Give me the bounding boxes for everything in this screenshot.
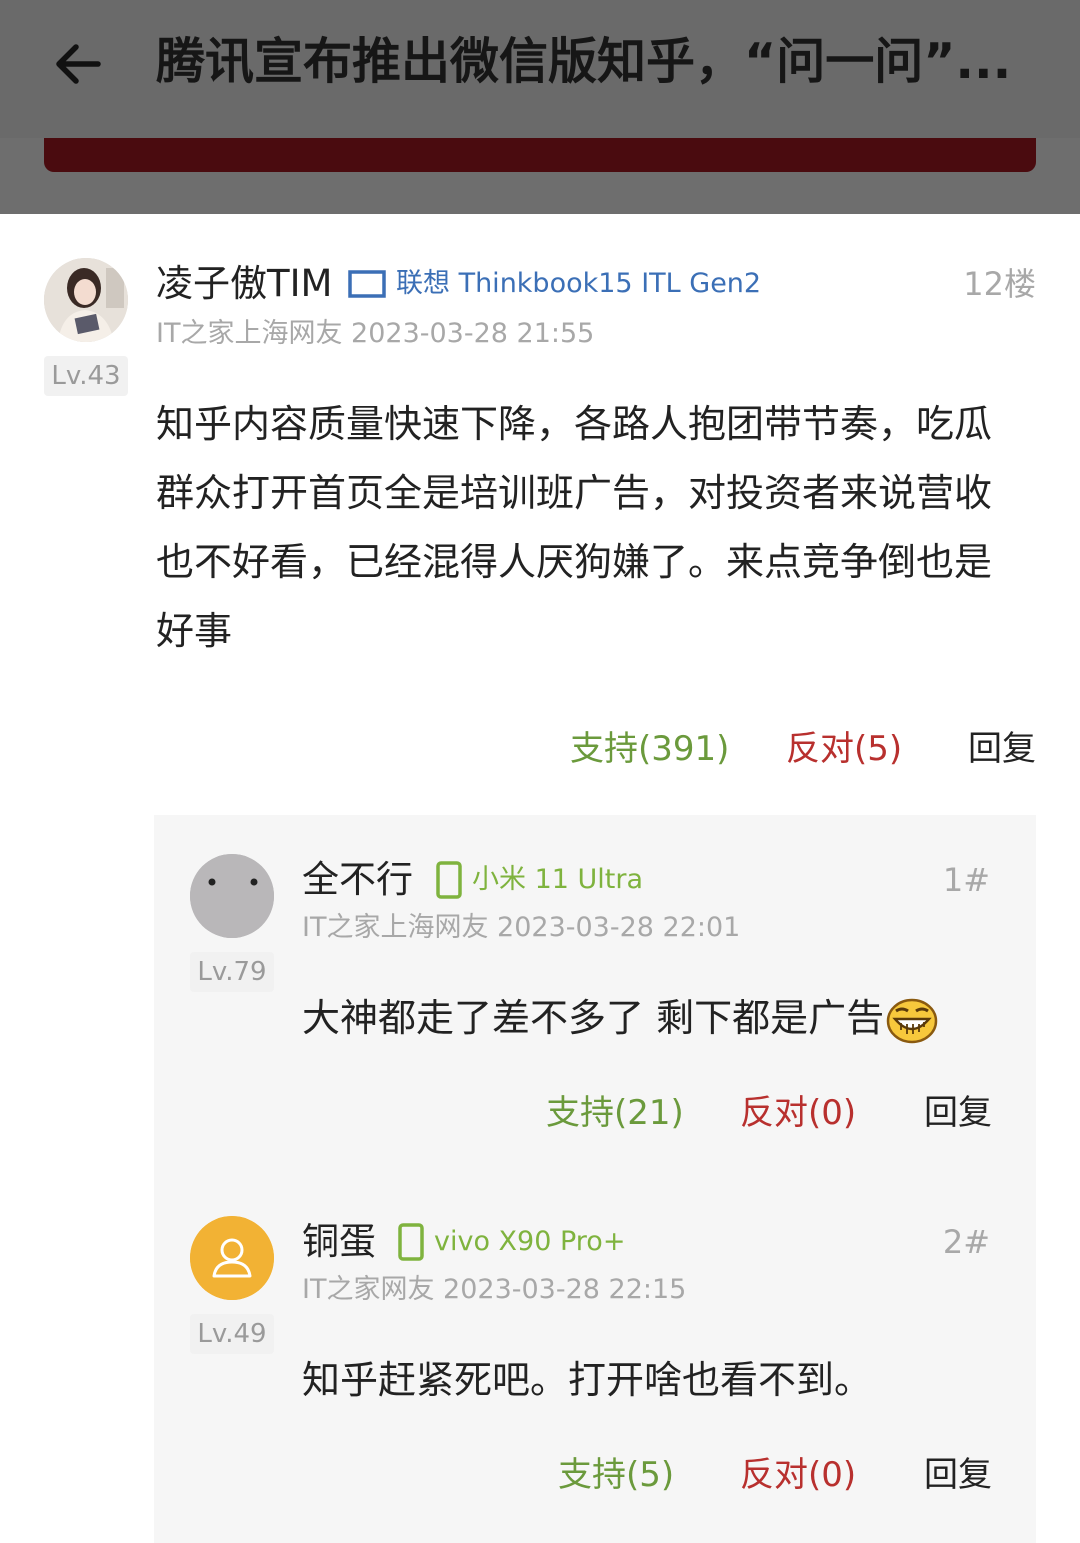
floor-number: 1# bbox=[942, 861, 990, 899]
user-avatar-icon bbox=[44, 258, 128, 342]
device-tag: 小米 11 Ultra bbox=[436, 860, 643, 900]
floor-number: 12楼 bbox=[963, 265, 1036, 303]
device-name: 联想 Thinkbook15 ITL Gen2 bbox=[396, 268, 762, 299]
reply-username[interactable]: 全不行 bbox=[302, 856, 413, 904]
banner-edge bbox=[44, 138, 1036, 172]
back-arrow-icon[interactable] bbox=[52, 38, 104, 90]
device-tag: 联想 Thinkbook15 ITL Gen2 bbox=[348, 264, 761, 304]
laughing-emoji-icon bbox=[886, 998, 938, 1043]
support-button[interactable]: 支持(5) bbox=[558, 1451, 674, 1499]
comment-username[interactable]: 凌子傲TIM bbox=[156, 260, 332, 308]
support-button[interactable]: 支持(391) bbox=[570, 725, 729, 773]
top-bar: 腾讯宣布推出微信版知乎，“问一问”... bbox=[0, 0, 1080, 138]
avatar[interactable] bbox=[190, 1216, 274, 1300]
reply-button[interactable]: 回复 bbox=[924, 1451, 992, 1499]
page-title: 腾讯宣布推出微信版知乎，“问一问”... bbox=[156, 33, 1012, 90]
oppose-button[interactable]: 反对(5) bbox=[786, 725, 902, 773]
phone-icon bbox=[436, 861, 462, 899]
laptop-icon bbox=[348, 270, 386, 298]
avatar[interactable] bbox=[190, 854, 274, 938]
floor-number: 2# bbox=[942, 1223, 990, 1261]
reply-button[interactable]: 回复 bbox=[968, 725, 1036, 773]
phone-icon bbox=[398, 1223, 424, 1261]
comment-text: 知乎内容质量快速下降，各路人抱团带节奏，吃瓜群众打开首页全是培训班广告，对投资者… bbox=[156, 402, 993, 653]
comment-meta: IT之家上海网友 2023-03-28 21:55 bbox=[156, 318, 595, 349]
user-level-badge: Lv.79 bbox=[190, 952, 274, 992]
support-button[interactable]: 支持(21) bbox=[546, 1089, 684, 1137]
device-name: 小米 11 Ultra bbox=[472, 864, 644, 895]
default-avatar-icon bbox=[190, 854, 274, 938]
reply-text-body: 大神都走了差不多了 剩下都是广告 bbox=[302, 996, 885, 1040]
user-level-badge: Lv.43 bbox=[44, 356, 128, 396]
user-level-badge: Lv.49 bbox=[190, 1314, 274, 1354]
device-name: vivo X90 Pro+ bbox=[434, 1226, 626, 1257]
reply-text: 知乎赶紧死吧。打开啥也看不到。 bbox=[302, 1358, 873, 1402]
reply-meta: IT之家上海网友 2023-03-28 22:01 bbox=[302, 912, 741, 943]
reply-button[interactable]: 回复 bbox=[924, 1089, 992, 1137]
reply-username[interactable]: 铜蛋 bbox=[302, 1218, 376, 1266]
reply-text: 大神都走了差不多了 剩下都是广告 bbox=[302, 984, 1022, 1053]
avatar[interactable] bbox=[44, 258, 128, 342]
device-tag: vivo X90 Pro+ bbox=[398, 1222, 625, 1262]
default-user-icon bbox=[190, 1216, 274, 1300]
oppose-button[interactable]: 反对(0) bbox=[740, 1089, 856, 1137]
oppose-button[interactable]: 反对(0) bbox=[740, 1451, 856, 1499]
reply-meta: IT之家网友 2023-03-28 22:15 bbox=[302, 1274, 687, 1305]
